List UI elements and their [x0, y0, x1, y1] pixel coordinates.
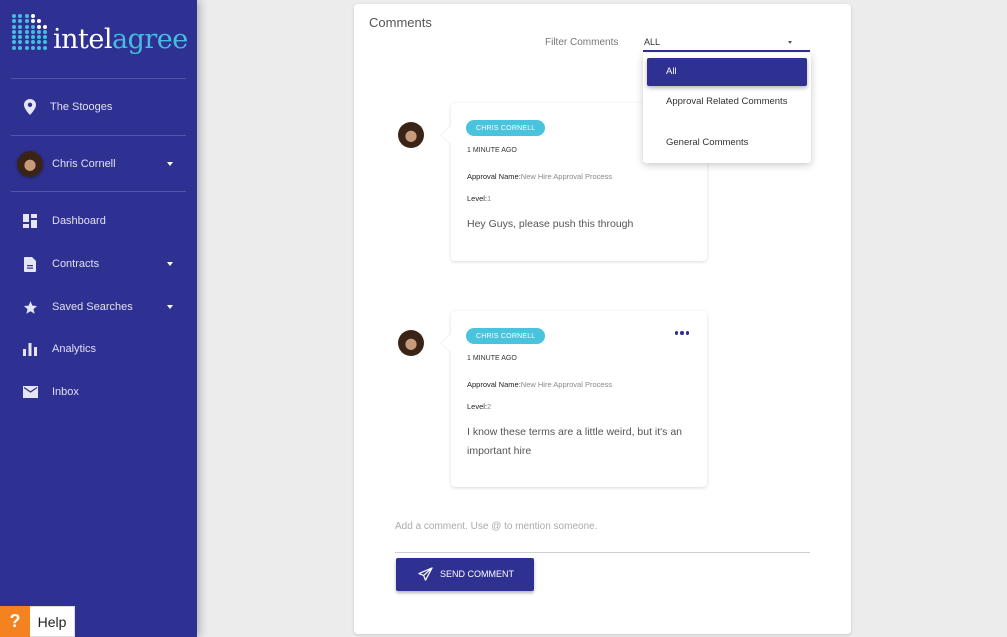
- dropdown-arrow-icon: [788, 41, 792, 44]
- level-label: Level:: [467, 194, 488, 203]
- filter-selected-value: ALL: [644, 37, 661, 47]
- chevron-down-icon: [167, 262, 173, 266]
- sidebar-item-inbox[interactable]: Inbox: [0, 376, 197, 408]
- sidebar-item-dashboard[interactable]: Dashboard: [0, 205, 197, 237]
- star-icon: [22, 299, 38, 315]
- level-label: Level:: [467, 402, 488, 411]
- location-pin-icon: [22, 99, 38, 115]
- help-label: Help: [30, 606, 75, 637]
- sidebar-item-label: Dashboard: [52, 215, 106, 227]
- sidebar-user-menu[interactable]: Chris Cornell: [0, 148, 197, 180]
- logo-text: intelagree: [53, 23, 188, 55]
- approval-name: Approval Name:New Hire Approval Process: [467, 172, 612, 181]
- approval-name-value: New Hire Approval Process: [520, 380, 613, 389]
- comment-text: I know these terms are a little weird, b…: [467, 426, 683, 457]
- user-name: Chris Cornell: [52, 158, 116, 170]
- sidebar-organization[interactable]: The Stooges: [0, 91, 197, 123]
- user-avatar: [17, 151, 43, 177]
- sidebar-item-saved-searches[interactable]: Saved Searches: [0, 291, 197, 323]
- author-chip[interactable]: CHRIS CORNELL: [466, 120, 546, 136]
- help-button[interactable]: ? Help: [0, 606, 75, 637]
- comment-author-avatar: [398, 122, 424, 148]
- bar-chart-icon: [22, 341, 38, 357]
- filter-option-approval-related[interactable]: Approval Related Comments: [647, 95, 797, 109]
- level-value: 2: [487, 402, 492, 411]
- sidebar: intelagree The Stooges Chris Cornell Das…: [0, 0, 197, 637]
- approval-level: Level:1: [467, 194, 491, 203]
- send-comment-button[interactable]: SEND COMMENT: [396, 558, 534, 591]
- sidebar-divider: [11, 135, 186, 136]
- paper-plane-icon: [418, 567, 433, 582]
- send-comment-label: SEND COMMENT: [440, 569, 514, 579]
- comment-input-placeholder: Add a comment. Use @ to mention someone.: [395, 521, 598, 532]
- sidebar-item-label: Contracts: [52, 258, 100, 270]
- approval-name: Approval Name:New Hire Approval Process: [467, 380, 612, 389]
- sidebar-item-contracts[interactable]: Contracts: [0, 248, 197, 280]
- chevron-down-icon: [167, 305, 173, 309]
- organization-name: The Stooges: [50, 101, 113, 113]
- approval-level: Level:2: [467, 402, 491, 411]
- filter-option-all[interactable]: All: [647, 58, 807, 86]
- sidebar-item-label: Inbox: [52, 386, 79, 398]
- author-chip[interactable]: CHRIS CORNELL: [466, 328, 546, 344]
- level-value: 1: [487, 194, 492, 203]
- sidebar-item-label: Analytics: [52, 343, 97, 355]
- comment-timestamp: 1 MINUTE AGO: [467, 355, 517, 362]
- comment-author-avatar: [398, 330, 424, 356]
- logo-dots-icon: [12, 14, 48, 50]
- comments-title: Comments: [369, 15, 432, 30]
- filter-comments-select[interactable]: ALL: [643, 34, 810, 52]
- comment-item: CHRIS CORNELL 1 MINUTE AGO Approval Name…: [451, 311, 707, 487]
- approval-name-value: New Hire Approval Process: [520, 172, 613, 181]
- approval-name-label: Approval Name:: [467, 172, 521, 181]
- approval-name-label: Approval Name:: [467, 380, 521, 389]
- comment-text: Hey Guys, please push this through: [467, 218, 634, 230]
- help-question-icon: ?: [0, 606, 30, 637]
- comment-input[interactable]: Add a comment. Use @ to mention someone.: [395, 512, 810, 553]
- chevron-down-icon: [167, 162, 173, 166]
- filter-comments-label: Filter Comments: [545, 37, 619, 48]
- comment-timestamp: 1 MINUTE AGO: [467, 147, 517, 154]
- sidebar-item-label: Saved Searches: [52, 301, 133, 313]
- sidebar-item-analytics[interactable]: Analytics: [0, 333, 197, 365]
- dashboard-icon: [22, 213, 38, 229]
- mail-icon: [22, 384, 38, 400]
- sidebar-divider: [11, 191, 186, 192]
- filter-dropdown-menu: All Approval Related Comments General Co…: [643, 53, 811, 163]
- intelagree-logo[interactable]: intelagree: [12, 14, 188, 55]
- sidebar-divider: [11, 78, 186, 79]
- more-options-icon[interactable]: [674, 331, 689, 335]
- filter-option-general[interactable]: General Comments: [647, 136, 807, 150]
- document-icon: [22, 256, 38, 272]
